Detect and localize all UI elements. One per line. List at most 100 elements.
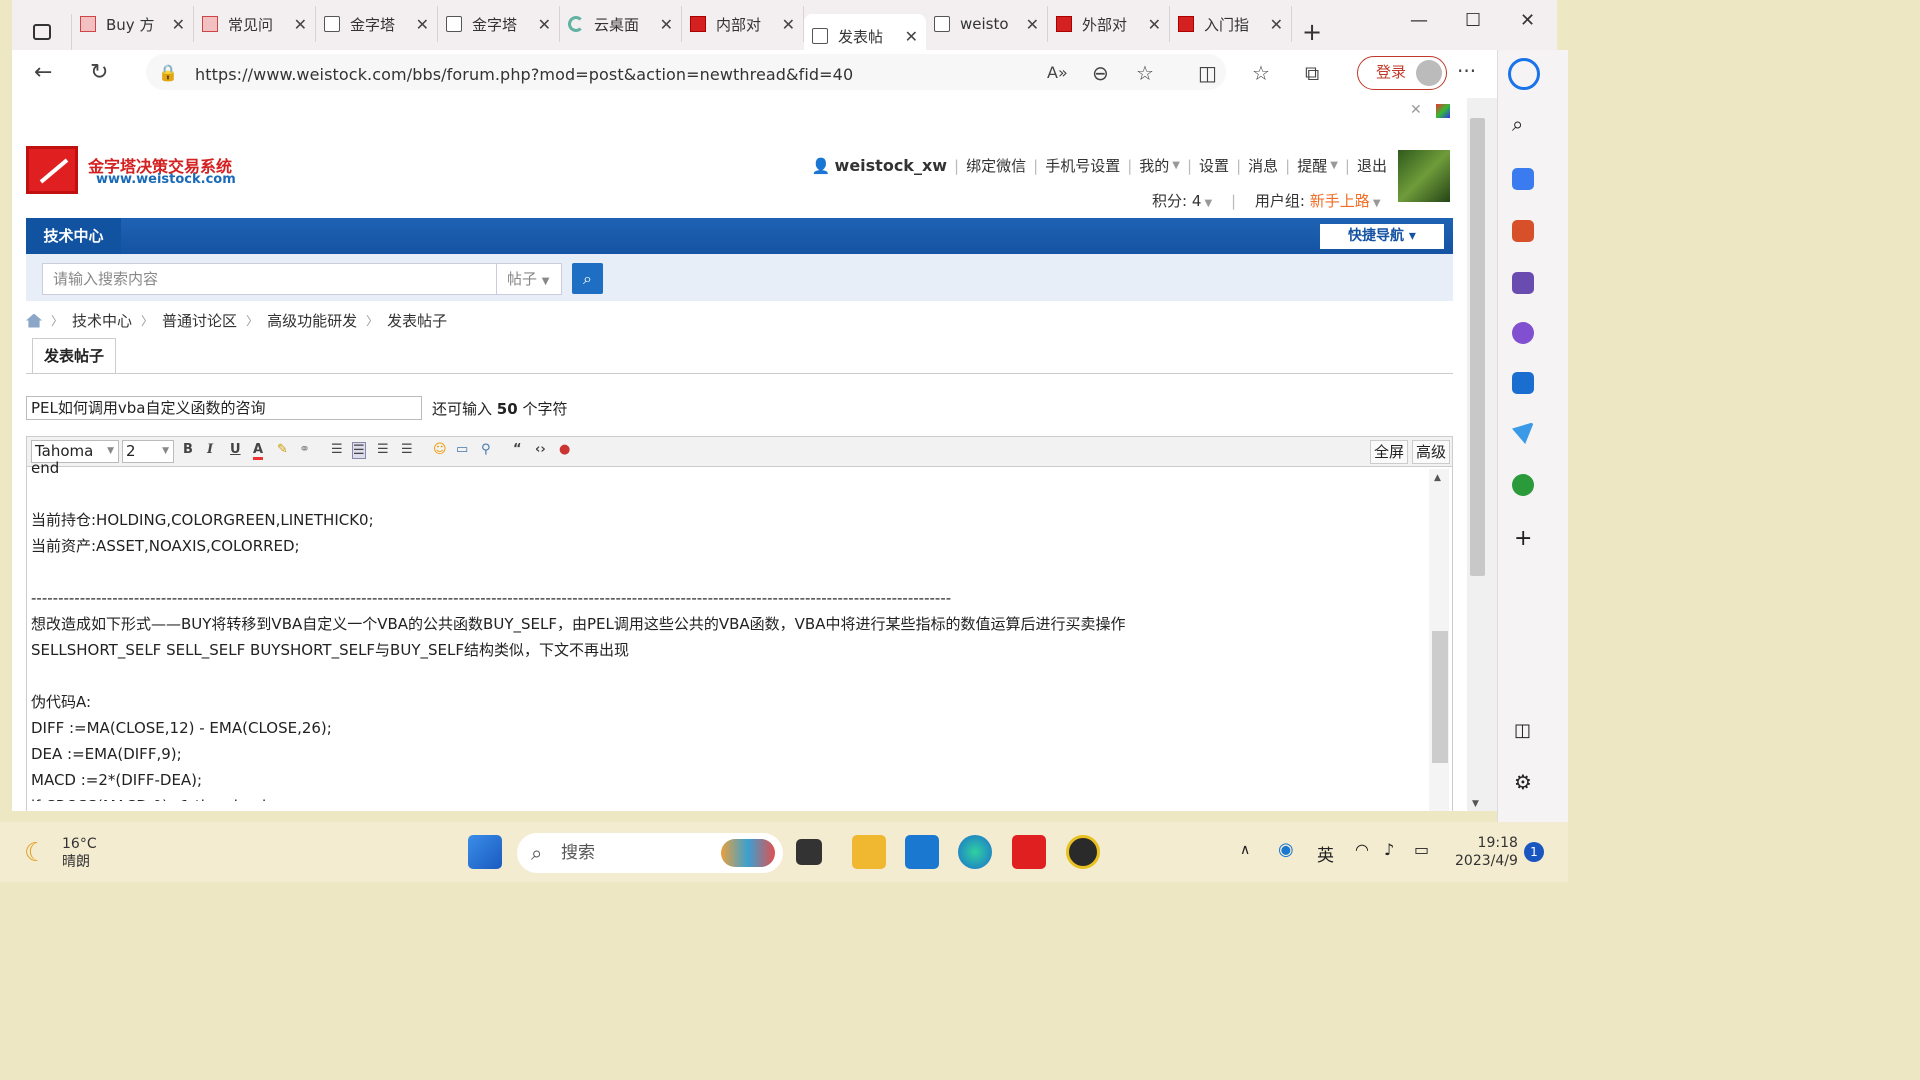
- color-icon[interactable]: [1436, 104, 1450, 118]
- menu-mine[interactable]: 我的: [1139, 155, 1169, 176]
- page-scroll-thumb[interactable]: [1470, 118, 1485, 576]
- nav-tech-center[interactable]: 技术中心: [26, 218, 121, 254]
- outlook-icon[interactable]: [1512, 372, 1534, 394]
- close-tab-icon[interactable]: ✕: [905, 27, 918, 46]
- breadcrumb-item[interactable]: 技术中心: [72, 310, 132, 331]
- clock-date: 2023/4/9: [1455, 853, 1518, 869]
- mail-icon[interactable]: [905, 835, 939, 869]
- collapse-icon[interactable]: ✕: [1410, 102, 1422, 118]
- points-link[interactable]: 积分: 4: [1152, 192, 1201, 210]
- back-icon[interactable]: ←: [34, 60, 52, 85]
- menu-settings[interactable]: 设置: [1199, 155, 1229, 176]
- browser-tab[interactable]: Buy 方 ✕: [72, 6, 194, 42]
- close-tab-icon[interactable]: ✕: [782, 15, 795, 34]
- menu-messages[interactable]: 消息: [1248, 155, 1278, 176]
- menu-phone[interactable]: 手机号设置: [1045, 155, 1120, 176]
- browser-tab[interactable]: 内部对 ✕: [682, 6, 804, 42]
- battery-icon[interactable]: ▭: [1414, 840, 1429, 859]
- more-icon[interactable]: ···: [1457, 59, 1476, 83]
- tab-actions-button[interactable]: [12, 14, 72, 50]
- games-icon[interactable]: [1512, 272, 1534, 294]
- close-tab-icon[interactable]: ✕: [538, 15, 551, 34]
- volume-icon[interactable]: ♪: [1384, 840, 1394, 859]
- new-tab-button[interactable]: +: [1292, 14, 1332, 50]
- browser-tab[interactable]: 金字塔 ✕: [438, 6, 560, 42]
- browser-tab[interactable]: weisto ✕: [926, 6, 1048, 42]
- office-icon[interactable]: [1512, 322, 1534, 344]
- close-window-icon[interactable]: ✕: [1520, 10, 1535, 31]
- bing-icon[interactable]: [1508, 58, 1540, 90]
- browser-tab[interactable]: 入门指 ✕: [1170, 6, 1292, 42]
- login-button[interactable]: 登录: [1357, 56, 1447, 90]
- wifi-icon[interactable]: ◠: [1355, 840, 1369, 859]
- close-tab-icon[interactable]: ✕: [1148, 15, 1161, 34]
- add-icon[interactable]: +: [1514, 526, 1532, 551]
- menu-wechat[interactable]: 绑定微信: [966, 155, 1026, 176]
- file-explorer-icon[interactable]: [852, 835, 886, 869]
- zoom-icon[interactable]: ⊖: [1092, 61, 1109, 85]
- tray-app-icon[interactable]: ◉: [1278, 839, 1294, 860]
- close-tab-icon[interactable]: ✕: [416, 15, 429, 34]
- settings-icon[interactable]: ⚙: [1514, 770, 1532, 794]
- collections-icon[interactable]: ⧉: [1305, 61, 1319, 85]
- send-icon[interactable]: [1512, 422, 1534, 444]
- scroll-up-icon[interactable]: ▲: [1434, 473, 1441, 483]
- weather-widget[interactable]: 16°C 晴朗: [62, 835, 97, 871]
- refresh-icon[interactable]: ↻: [90, 60, 108, 85]
- tray-chevron-icon[interactable]: ∧: [1240, 842, 1250, 858]
- edge-icon[interactable]: [958, 835, 992, 869]
- favorite-add-icon[interactable]: ☆: [1136, 61, 1154, 85]
- page-scrollbar[interactable]: ▼: [1467, 98, 1497, 811]
- toolbox-icon[interactable]: [1512, 220, 1534, 242]
- site-logo-icon[interactable]: [26, 146, 78, 194]
- close-tab-icon[interactable]: ✕: [294, 15, 307, 34]
- ime-indicator[interactable]: 英: [1317, 841, 1334, 866]
- browser-tab[interactable]: 金字塔 ✕: [316, 6, 438, 42]
- logo-url[interactable]: www.weistock.com: [96, 172, 236, 187]
- scroll-down-icon[interactable]: ▼: [1472, 799, 1479, 809]
- tab-new-post[interactable]: 发表帖子: [32, 338, 116, 374]
- taskbar-search[interactable]: ⌕ 搜索: [517, 833, 783, 873]
- avatar[interactable]: [1398, 150, 1450, 202]
- url-text[interactable]: https://www.weistock.com/bbs/forum.php?m…: [195, 65, 853, 84]
- editor-scrollbar[interactable]: ▲: [1429, 469, 1449, 811]
- close-tab-icon[interactable]: ✕: [660, 15, 673, 34]
- editor-body[interactable]: end 当前持仓:HOLDING,COLORGREEN,LINETHICK0; 当前…: [31, 455, 1426, 801]
- weather-moon-icon[interactable]: ☾: [24, 838, 47, 868]
- pyramid-app-icon[interactable]: [1012, 835, 1046, 869]
- tree-icon[interactable]: [1512, 474, 1534, 496]
- start-icon[interactable]: [468, 835, 502, 869]
- notification-badge[interactable]: 1: [1524, 842, 1544, 862]
- read-aloud-icon[interactable]: A»: [1047, 63, 1068, 82]
- split-screen-icon[interactable]: ◫: [1198, 61, 1217, 85]
- minimize-icon[interactable]: —: [1410, 10, 1428, 31]
- sidebar-toggle-icon[interactable]: ◫: [1514, 720, 1531, 741]
- browser-tab[interactable]: 常见问 ✕: [194, 6, 316, 42]
- lock-icon[interactable]: 🔒: [158, 63, 178, 82]
- tag-icon[interactable]: [1512, 168, 1534, 190]
- home-icon[interactable]: [26, 313, 42, 328]
- editor-scroll-thumb[interactable]: [1432, 631, 1448, 763]
- clock[interactable]: 19:18 2023/4/9: [1455, 834, 1518, 870]
- quick-nav-button[interactable]: 快捷导航 ▾: [1320, 224, 1444, 249]
- close-tab-icon[interactable]: ✕: [1026, 15, 1039, 34]
- subject-input[interactable]: PEL如何调用vba自定义函数的咨询: [26, 396, 422, 420]
- close-tab-icon[interactable]: ✕: [172, 15, 185, 34]
- search-scope-select[interactable]: 帖子 ▼: [496, 263, 562, 295]
- breadcrumb-item[interactable]: 普通讨论区: [162, 310, 237, 331]
- maximize-icon[interactable]: ☐: [1465, 10, 1481, 31]
- search-button[interactable]: ⌕: [572, 263, 603, 294]
- favorites-icon[interactable]: ☆: [1252, 61, 1270, 85]
- browser-tab[interactable]: 云桌面 ✕: [560, 6, 682, 42]
- browser-tab[interactable]: 外部对 ✕: [1048, 6, 1170, 42]
- breadcrumb-item[interactable]: 高级功能研发: [267, 310, 357, 331]
- search-input[interactable]: 请输入搜索内容: [42, 263, 498, 295]
- close-tab-icon[interactable]: ✕: [1270, 15, 1283, 34]
- group-link[interactable]: 新手上路: [1310, 192, 1370, 210]
- search-icon[interactable]: ⌕: [1512, 112, 1523, 136]
- menu-reminders[interactable]: 提醒: [1297, 155, 1327, 176]
- task-view-icon[interactable]: [796, 839, 822, 865]
- ultraedit-icon[interactable]: [1066, 835, 1100, 869]
- menu-logout[interactable]: 退出: [1357, 155, 1387, 176]
- username-link[interactable]: weistock_xw: [835, 156, 948, 175]
